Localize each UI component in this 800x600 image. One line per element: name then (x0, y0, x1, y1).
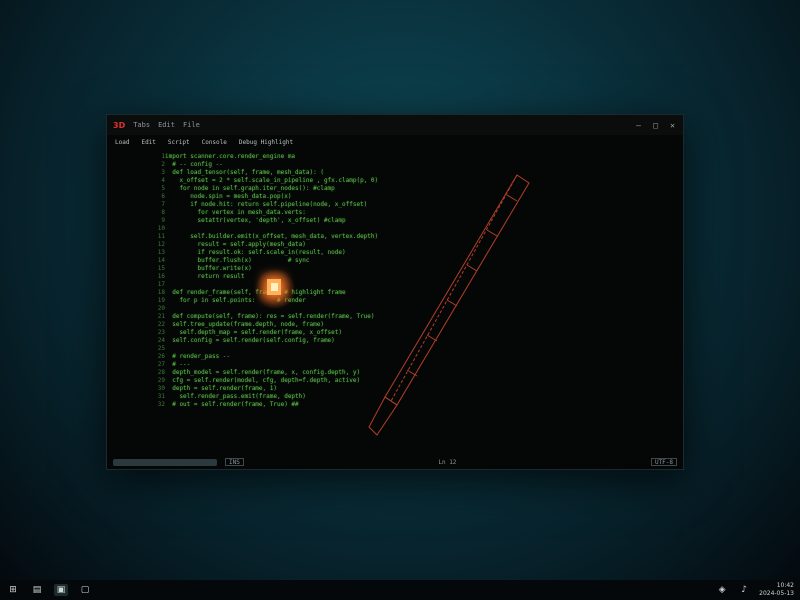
maximize-button[interactable]: □ (651, 121, 660, 130)
taskbar: ⊞ ▤ ▣ ▢ ◈ ♪ 10:42 2024-05-13 (0, 580, 800, 600)
system-tray: ◈ ♪ 10:42 2024-05-13 (715, 582, 794, 598)
app-logo: 3D (113, 120, 126, 130)
line-number: 3 (161, 169, 165, 176)
status-bar: INS Ln 12 UTF-8 (107, 455, 683, 469)
title-item-edit[interactable]: Edit (158, 121, 175, 129)
line-number: 15 (157, 265, 165, 272)
line-number: 7 (161, 201, 165, 208)
menu-item-console[interactable]: Console (202, 139, 227, 146)
menu-item-debug[interactable]: Debug Highlight (239, 139, 293, 146)
title-item-file[interactable]: File (183, 121, 200, 129)
line-number: 21 (157, 313, 165, 320)
line-number: 13 (157, 249, 165, 256)
line-number: 1 (161, 153, 165, 160)
menu-item-script[interactable]: Script (168, 139, 190, 146)
minimize-button[interactable]: – (634, 121, 643, 130)
line-number: 2 (161, 161, 165, 168)
line-number: 12 (157, 241, 165, 248)
line-number: 11 (157, 233, 165, 240)
line-number: 22 (157, 321, 165, 328)
line-number: 14 (157, 257, 165, 264)
line-number: 23 (157, 329, 165, 336)
line-number: 31 (157, 393, 165, 400)
line-number: 8 (161, 209, 165, 216)
line-number: 25 (157, 345, 165, 352)
line-number: 6 (161, 193, 165, 200)
menu-item-load[interactable]: Load (115, 139, 129, 146)
clock[interactable]: 10:42 2024-05-13 (759, 582, 794, 598)
line-number: 9 (161, 217, 165, 224)
menu-bar: Load Edit Script Console Debug Highlight (107, 135, 683, 149)
wireframe-rung (426, 334, 438, 342)
menu-item-edit[interactable]: Edit (141, 139, 155, 146)
window-icon[interactable]: ▢ (78, 584, 92, 596)
status-mode: INS (225, 458, 244, 466)
line-number: 16 (157, 273, 165, 280)
status-position: Ln 12 (438, 458, 457, 466)
status-encoding: UTF-8 (650, 458, 677, 466)
start-icon[interactable]: ⊞ (6, 584, 20, 596)
wireframe-rung (446, 299, 458, 307)
code-editor-window: 3D Tabs Edit File – □ ✕ Load Edit Script… (106, 114, 684, 470)
line-number: 30 (157, 385, 165, 392)
line-number: 24 (157, 337, 165, 344)
wireframe-rung (466, 264, 478, 272)
volume-icon[interactable]: ♪ (737, 584, 751, 596)
text-cursor-core (270, 283, 278, 291)
line-number: 19 (157, 297, 165, 304)
line-number: 20 (157, 305, 165, 312)
line-number: 10 (157, 225, 165, 232)
line-number: 4 (161, 177, 165, 184)
line-number: 27 (157, 361, 165, 368)
line-number: 5 (161, 185, 165, 192)
title-bar: 3D Tabs Edit File – □ ✕ (107, 115, 683, 135)
horizontal-scrollbar[interactable] (113, 458, 217, 466)
clock-date: 2024-05-13 (759, 590, 794, 597)
close-button[interactable]: ✕ (668, 121, 677, 130)
text-cursor (267, 279, 281, 295)
file-icon[interactable]: ▤ (30, 584, 44, 596)
wireframe-diagram (368, 174, 530, 436)
terminal-icon[interactable]: ▣ (54, 584, 68, 596)
line-number-gutter: 1 2 3 4 5 6 7 8 9 10 11 12 13 14 15 16 17 18 19 20 21 22 23 24 2… (153, 153, 165, 451)
title-item-tabs[interactable]: Tabs (133, 121, 150, 129)
line-number: 17 (157, 281, 165, 288)
wireframe-centerline (390, 174, 518, 402)
line-number: 18 (157, 289, 165, 296)
line-number: 29 (157, 377, 165, 384)
line-number: 26 (157, 353, 165, 360)
clock-time: 10:42 (776, 582, 794, 589)
wireframe-rung (506, 194, 518, 202)
wireframe-rung (486, 229, 498, 237)
wireframe-shaft (384, 174, 530, 406)
code-line: import scanner.core.render_engine ma (165, 153, 296, 160)
network-icon[interactable]: ◈ (715, 584, 729, 596)
line-number: 28 (157, 369, 165, 376)
line-number: 32 (157, 401, 165, 408)
wireframe-tip (368, 396, 398, 436)
